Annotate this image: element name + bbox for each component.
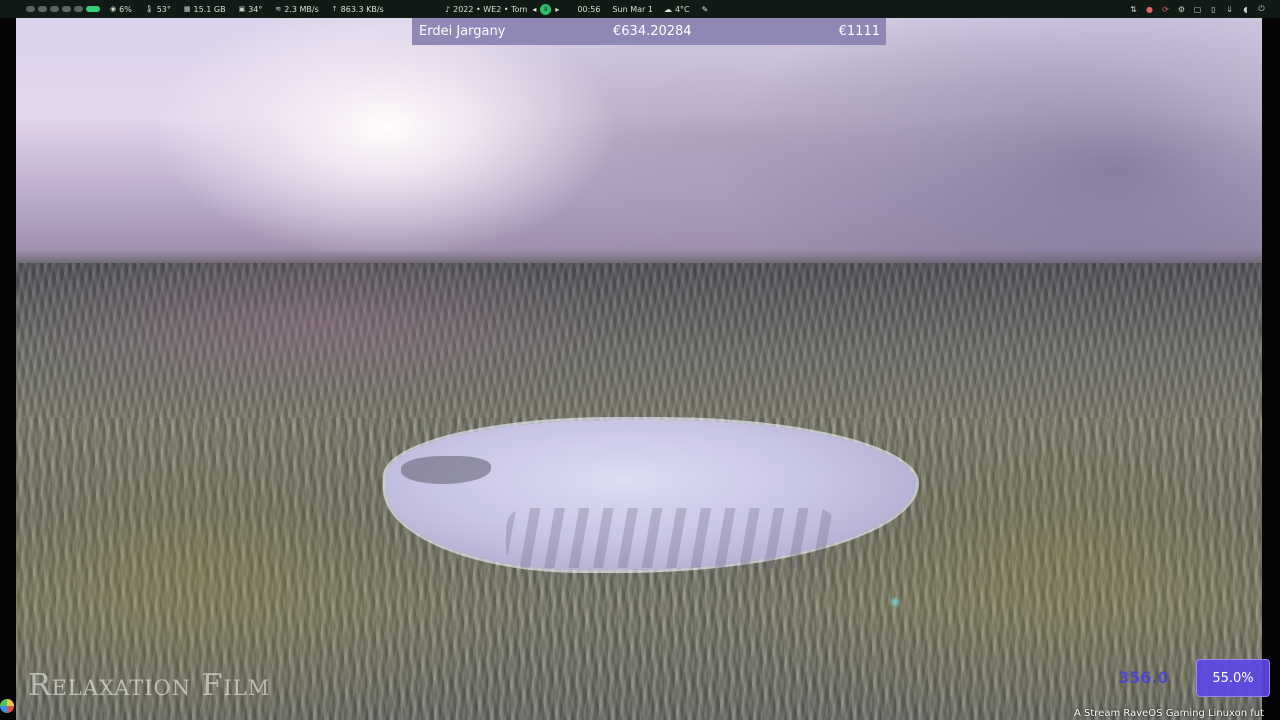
- lake-tree-shadows-image: [506, 508, 836, 568]
- panel-left: ◉ 6% 🌡︎ 53° ▦ 15.1 GB ▣ 34° ≋ 2.3 MB/s ↑…: [26, 0, 397, 18]
- power-icon[interactable]: ⏻: [1257, 4, 1266, 14]
- record-icon[interactable]: ●: [1145, 5, 1154, 14]
- download-icon[interactable]: ⇓: [1225, 5, 1234, 14]
- letterbox-right: [1262, 18, 1280, 720]
- upload-speed: ↑ 863.3 KB/s: [332, 5, 384, 14]
- clock[interactable]: 00:56: [577, 5, 600, 14]
- weather-temperature[interactable]: 4°C: [675, 5, 690, 14]
- system-tray: ⇅ ● ⟳ ⚙ ▢ ▯ ⇓ ◖ ⏻: [1129, 0, 1266, 18]
- cpu-temperature-value: 53°: [156, 4, 171, 14]
- top-panel: ◉ 6% 🌡︎ 53° ▦ 15.1 GB ▣ 34° ≋ 2.3 MB/s ↑…: [0, 0, 1280, 18]
- media-title[interactable]: 2022 • WE2 • Tom: [453, 5, 527, 14]
- workspace-dot-3[interactable]: [50, 6, 59, 12]
- video-frame[interactable]: Relaxation Film: [16, 18, 1262, 720]
- update-icon[interactable]: ⟳: [1161, 5, 1170, 14]
- cpu-usage-value: 6%: [119, 4, 132, 14]
- music-note-icon: ♪: [445, 4, 451, 14]
- sky-image: [16, 18, 1262, 263]
- download-speed-value: 2.3 MB/s: [284, 4, 319, 14]
- goal-progress-value: 55.0%: [1212, 670, 1254, 686]
- ticker-amount: €1111: [838, 24, 880, 39]
- gpu-icon: ▣: [238, 5, 246, 13]
- overlay-counter: 356.0: [1118, 668, 1169, 687]
- media-prev-icon[interactable]: ◂: [532, 5, 536, 14]
- lens-flare: [890, 595, 900, 609]
- channel-watermark: Relaxation Film: [28, 668, 271, 703]
- upload-arrow-icon: ↑: [331, 5, 338, 13]
- gpu-temperature: ▣ 34°: [239, 5, 263, 14]
- media-pause-button[interactable]: II: [540, 3, 552, 15]
- workspace-dot-5[interactable]: [74, 6, 83, 12]
- media-next-icon[interactable]: ▸: [555, 5, 559, 14]
- weather-icon: ☁: [663, 4, 672, 14]
- cpu-usage: ◉ 6%: [110, 5, 132, 14]
- memory-usage-value: 15.1 GB: [193, 4, 226, 14]
- settings-icon[interactable]: ⚙: [1177, 5, 1186, 14]
- memory-icon: ▦: [183, 5, 191, 13]
- stream-marquee: A Stream RaveOS Gaming Linuxon fut: [1074, 708, 1265, 719]
- ticker-name: Erdei Jargany: [419, 24, 506, 39]
- workspace-dot-6[interactable]: [86, 6, 100, 12]
- app-launcher-icon[interactable]: [0, 699, 14, 713]
- upload-speed-value: 863.3 KB/s: [340, 4, 384, 14]
- date[interactable]: Sun Mar 1: [612, 5, 653, 14]
- thermometer-icon: 🌡︎: [144, 5, 154, 13]
- memory-usage: ▦ 15.1 GB: [184, 5, 226, 14]
- ticker-price: €634.20284: [613, 24, 692, 39]
- pen-icon[interactable]: ✎: [702, 5, 709, 14]
- gpu-temperature-value: 34°: [248, 4, 263, 14]
- goal-progress-box: 55.0%: [1196, 659, 1270, 697]
- volume-icon[interactable]: ◖: [1241, 5, 1250, 14]
- workspace-dot-2[interactable]: [38, 6, 47, 12]
- workspace-indicator[interactable]: [26, 6, 100, 12]
- panel-center: ♪ 2022 • WE2 • Tom ◂ II ▸ 00:56 Sun Mar …: [445, 0, 708, 18]
- chat-icon[interactable]: ▢: [1193, 5, 1202, 14]
- letterbox-left: [0, 18, 16, 720]
- cpu-icon: ◉: [110, 5, 117, 13]
- workspace-dot-4[interactable]: [62, 6, 71, 12]
- download-speed: ≋ 2.3 MB/s: [275, 5, 318, 14]
- clipboard-icon[interactable]: ▯: [1209, 5, 1218, 14]
- network-icon[interactable]: ⇅: [1129, 5, 1138, 14]
- donation-ticker: Erdei Jargany €634.20284 €1111: [412, 18, 886, 45]
- workspace-dot-1[interactable]: [26, 6, 35, 12]
- wifi-icon: ≋: [275, 5, 282, 13]
- cpu-temperature: 🌡︎ 53°: [145, 5, 171, 14]
